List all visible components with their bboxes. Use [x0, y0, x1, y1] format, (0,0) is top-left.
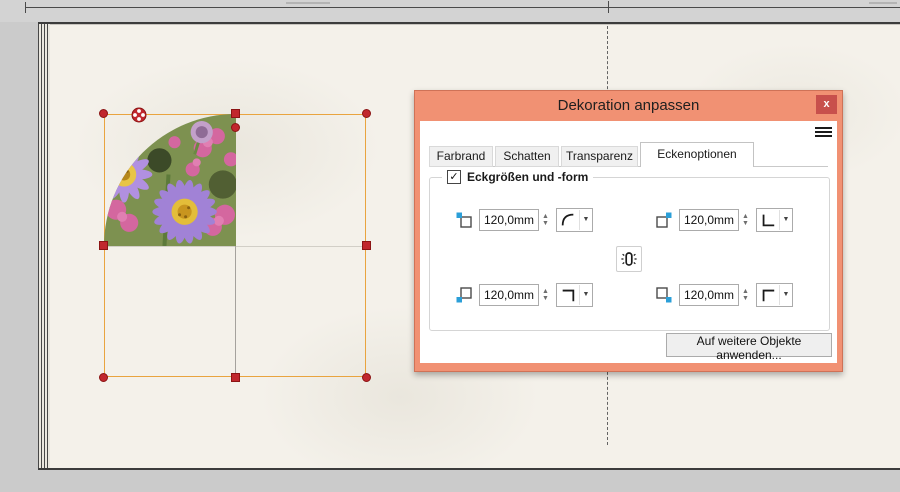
corner-group-checkbox[interactable]: ✓ — [447, 170, 461, 184]
spin-down-button[interactable]: ▼ — [542, 220, 549, 227]
clipped-ruler-label — [869, 0, 897, 4]
app-screen: Dekoration anpassen x Farbrand Schatten … — [0, 0, 900, 492]
corner-radius-input-bottom-left[interactable] — [479, 284, 539, 306]
broken-link-icon — [621, 252, 637, 266]
selection-handle-top-right[interactable] — [362, 109, 371, 118]
horizontal-ruler[interactable] — [0, 0, 900, 22]
spin-up-button[interactable]: ▲ — [542, 288, 549, 295]
corner-position-bottom-left-icon — [456, 287, 472, 303]
dialog-body: Farbrand Schatten Transparenz Eckenoptio… — [420, 121, 837, 363]
spin-up-button[interactable]: ▲ — [542, 213, 549, 220]
group-label: Eckgrößen und -form — [467, 170, 589, 184]
dialog-tabstrip: Farbrand Schatten Transparenz Eckenoptio… — [429, 142, 837, 167]
group-legend: ✓ Eckgrößen und -form — [442, 170, 594, 184]
corner-position-bottom-right-icon — [656, 287, 672, 303]
tab-farbrand[interactable]: Farbrand — [429, 146, 493, 167]
spin-down-button[interactable]: ▼ — [742, 295, 749, 302]
spin-up-button[interactable]: ▲ — [742, 288, 749, 295]
chevron-down-icon: ▼ — [778, 210, 792, 230]
corner-shape-square-icon — [557, 287, 579, 303]
tab-transparenz[interactable]: Transparenz — [561, 146, 638, 167]
selection-handle-top-left[interactable] — [99, 109, 108, 118]
object-frame-line-vertical — [235, 246, 236, 378]
selection-handle-left[interactable] — [99, 241, 108, 250]
tab-schatten[interactable]: Schatten — [495, 146, 559, 167]
dialog-titlebar[interactable]: Dekoration anpassen — [415, 91, 842, 121]
corner-position-top-right-icon — [656, 212, 672, 228]
page-stack-edge — [38, 24, 50, 468]
corner-shape-dropdown-bottom-right[interactable]: ▼ — [755, 283, 793, 307]
corner-cluster-bottom-left: ▲ ▼ ▼ — [456, 283, 593, 307]
flower-image[interactable] — [104, 114, 236, 246]
corner-cluster-top-right: ▲ ▼ ▼ — [656, 208, 793, 232]
corner-shape-dropdown-bottom-left[interactable]: ▼ — [555, 283, 593, 307]
corner-radius-input-top-left[interactable] — [479, 209, 539, 231]
chevron-down-icon: ▼ — [578, 285, 592, 305]
selection-handle-right[interactable] — [362, 241, 371, 250]
ruler-tick — [25, 2, 26, 13]
selection-handle-bottom[interactable] — [231, 373, 240, 382]
corner-options-group: ✓ Eckgrößen und -form ▲ ▼ — [429, 170, 830, 331]
hamburger-menu-icon[interactable] — [815, 127, 832, 139]
corner-shape-dropdown-top-left[interactable]: ▼ — [555, 208, 593, 232]
rotation-center-icon[interactable] — [131, 107, 147, 123]
corner-radius-handle[interactable] — [231, 123, 240, 132]
selection-handle-top[interactable] — [231, 109, 240, 118]
apply-to-more-objects-button[interactable]: Auf weitere Objekte anwenden... — [666, 333, 832, 362]
spin-down-button[interactable]: ▼ — [742, 220, 749, 227]
selection-handle-bottom-right[interactable] — [362, 373, 371, 382]
flower-photo-graphic — [104, 114, 236, 246]
corner-position-top-left-icon — [456, 212, 472, 228]
spin-up-button[interactable]: ▲ — [742, 213, 749, 220]
spin-down-button[interactable]: ▼ — [542, 295, 549, 302]
chevron-down-icon: ▼ — [578, 210, 592, 230]
object-frame-line-horizontal — [105, 246, 367, 247]
link-corners-button[interactable] — [616, 246, 642, 272]
corner-shape-rounded-icon — [557, 212, 579, 228]
close-icon[interactable]: x — [816, 95, 837, 114]
ruler-line — [25, 7, 900, 8]
corner-shape-square-icon — [757, 212, 779, 228]
corner-shape-square-icon — [757, 287, 779, 303]
selected-object-bounds[interactable] — [99, 107, 371, 382]
ruler-tick — [608, 1, 609, 13]
corner-cluster-bottom-right: ▲ ▼ ▼ — [656, 283, 793, 307]
corner-radius-input-top-right[interactable] — [679, 209, 739, 231]
corner-shape-dropdown-top-right[interactable]: ▼ — [755, 208, 793, 232]
corner-radius-input-bottom-right[interactable] — [679, 284, 739, 306]
clipped-ruler-label — [286, 0, 330, 4]
dialog-dekoration-anpassen: Dekoration anpassen x Farbrand Schatten … — [414, 90, 843, 372]
dialog-title: Dekoration anpassen — [557, 97, 700, 114]
selection-handle-bottom-left[interactable] — [99, 373, 108, 382]
corner-cluster-top-left: ▲ ▼ ▼ — [456, 208, 593, 232]
chevron-down-icon: ▼ — [778, 285, 792, 305]
tab-eckenoptionen[interactable]: Eckenoptionen — [640, 142, 754, 167]
